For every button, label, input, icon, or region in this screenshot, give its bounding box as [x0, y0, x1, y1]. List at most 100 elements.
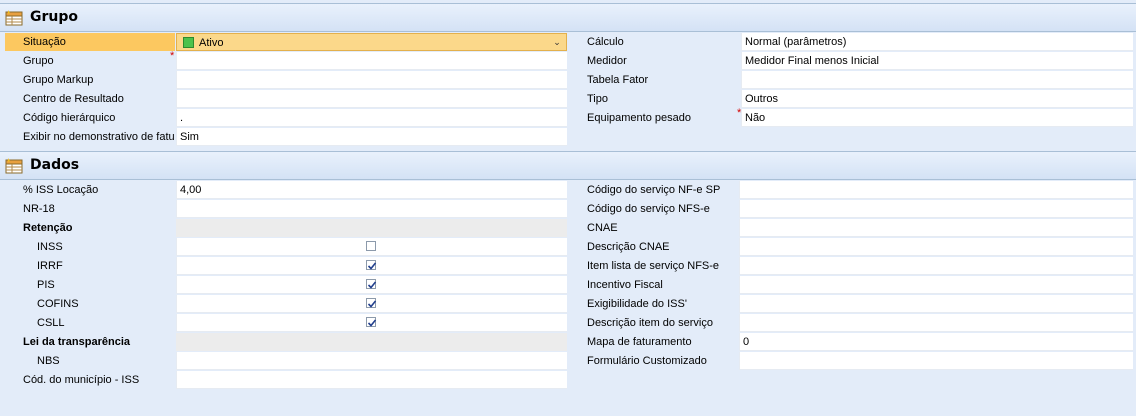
- checkmark-icon: [367, 262, 377, 270]
- table-icon: [5, 10, 23, 26]
- field-row-exibir-demonstrativo[interactable]: Exibir no demonstrativo de fatu Sim: [5, 128, 567, 146]
- field-label: Grupo Markup: [23, 74, 94, 86]
- cnae-input[interactable]: [739, 219, 1133, 237]
- field-row-iss-locacao[interactable]: % ISS Locação 4,00: [5, 181, 567, 199]
- field-row-csll[interactable]: CSLL: [5, 314, 567, 332]
- field-label: Tipo: [587, 93, 608, 105]
- field-row-codigo-servico-nfe-sp[interactable]: Código do serviço NF-e SP: [569, 181, 1133, 199]
- field-label: CNAE: [587, 222, 618, 234]
- field-row-tabela-fator[interactable]: Tabela Fator: [569, 71, 1133, 89]
- field-row-pis[interactable]: PIS: [5, 276, 567, 294]
- field-row-calculo[interactable]: Cálculo Normal (parâmetros): [569, 33, 1133, 51]
- section-header-grupo[interactable]: Grupo: [0, 3, 1136, 32]
- incentivo-fiscal-input[interactable]: [739, 276, 1133, 294]
- retencao-value: [176, 219, 567, 237]
- field-row-incentivo-fiscal[interactable]: Incentivo Fiscal: [569, 276, 1133, 294]
- field-label: NBS: [37, 355, 60, 367]
- field-label: Grupo: [23, 55, 54, 67]
- field-label: Medidor: [587, 55, 627, 67]
- field-label: COFINS: [37, 298, 79, 310]
- field-label: Código hierárquico: [23, 112, 116, 124]
- checkmark-icon: [367, 300, 377, 308]
- tabela-fator-input[interactable]: [741, 71, 1133, 89]
- chevron-down-icon[interactable]: ⌄: [550, 34, 564, 50]
- section-title-dados: Dados: [30, 157, 80, 173]
- field-row-tipo[interactable]: Tipo Outros: [569, 90, 1133, 108]
- irrf-checkbox[interactable]: [366, 260, 377, 270]
- field-row-equipamento-pesado[interactable]: Equipamento pesado * Não: [569, 107, 1133, 127]
- descricao-item-servico-input[interactable]: [739, 314, 1133, 332]
- situacao-value: Ativo: [199, 37, 224, 49]
- field-label: Cód. do município - ISS: [23, 374, 140, 386]
- field-label: IRRF: [37, 260, 63, 272]
- descricao-cnae-input[interactable]: [739, 238, 1133, 256]
- field-row-grupo[interactable]: Grupo *: [5, 50, 567, 70]
- cofins-checkbox[interactable]: [366, 298, 377, 308]
- field-label: Descrição CNAE: [587, 241, 670, 253]
- pis-checkbox[interactable]: [366, 279, 377, 289]
- exibir-demonstrativo-select[interactable]: Sim: [176, 128, 567, 146]
- inss-cell: [176, 238, 567, 256]
- nr18-input[interactable]: [176, 200, 567, 218]
- situacao-select[interactable]: Ativo ⌄: [176, 33, 567, 51]
- field-row-codigo-hierarquico[interactable]: Código hierárquico .: [5, 109, 567, 127]
- field-label: Cálculo: [587, 36, 624, 48]
- calculo-select[interactable]: Normal (parâmetros): [741, 33, 1133, 51]
- grupo-markup-input[interactable]: [176, 71, 567, 89]
- field-row-situacao[interactable]: Situação Ativo ⌄: [5, 33, 567, 51]
- mapa-faturamento-input[interactable]: 0: [739, 333, 1133, 351]
- item-lista-servico-input[interactable]: [739, 257, 1133, 275]
- field-row-cnae[interactable]: CNAE: [569, 219, 1133, 237]
- field-row-item-lista-servico[interactable]: Item lista de serviço NFS-e: [569, 257, 1133, 275]
- section-title-grupo: Grupo: [30, 9, 79, 25]
- field-row-exigibilidade-iss[interactable]: Exigibilidade do ISS': [569, 295, 1133, 313]
- iss-locacao-input[interactable]: 4,00: [176, 181, 567, 199]
- codigo-servico-nfse-input[interactable]: [739, 200, 1133, 218]
- irrf-cell: [176, 257, 567, 275]
- centro-resultado-input[interactable]: [176, 90, 567, 108]
- table-icon: [5, 158, 23, 174]
- formulario-customizado-input[interactable]: [739, 352, 1133, 370]
- field-row-mapa-faturamento[interactable]: Mapa de faturamento 0: [569, 333, 1133, 351]
- field-row-descricao-cnae[interactable]: Descrição CNAE: [569, 238, 1133, 256]
- field-row-nbs[interactable]: NBS: [5, 352, 567, 370]
- status-active-icon: [183, 37, 194, 48]
- field-row-medidor[interactable]: Medidor Medidor Final menos Inicial: [569, 52, 1133, 70]
- field-row-cofins[interactable]: COFINS: [5, 295, 567, 313]
- group-row-retencao[interactable]: Retenção: [5, 219, 567, 237]
- codigo-hierarquico-input[interactable]: .: [176, 109, 567, 127]
- field-row-formulario-customizado[interactable]: Formulário Customizado: [569, 352, 1133, 370]
- field-row-cod-municipio[interactable]: Cód. do município - ISS: [5, 371, 567, 389]
- field-row-irrf[interactable]: IRRF: [5, 257, 567, 275]
- field-label: Código do serviço NF-e SP: [587, 184, 721, 196]
- field-row-codigo-servico-nfse[interactable]: Código do serviço NFS-e: [569, 200, 1133, 218]
- field-row-descricao-item-servico[interactable]: Descrição item do serviço: [569, 314, 1133, 332]
- tipo-select[interactable]: Outros: [741, 90, 1133, 108]
- field-label: Centro de Resultado: [23, 93, 124, 105]
- field-label: Formulário Customizado: [587, 355, 707, 367]
- exigibilidade-iss-input[interactable]: [739, 295, 1133, 313]
- field-label: Exigibilidade do ISS': [587, 298, 687, 310]
- section-header-dados[interactable]: Dados: [0, 151, 1136, 180]
- field-label: Equipamento pesado: [587, 112, 691, 124]
- grupo-input[interactable]: [176, 52, 567, 70]
- field-label: Incentivo Fiscal: [587, 279, 663, 291]
- nbs-input[interactable]: [176, 352, 567, 370]
- equipamento-pesado-select[interactable]: Não: [741, 109, 1133, 127]
- field-row-centro-resultado[interactable]: Centro de Resultado: [5, 90, 567, 108]
- field-label: Código do serviço NFS-e: [587, 203, 710, 215]
- inss-checkbox[interactable]: [366, 241, 376, 251]
- csll-checkbox[interactable]: [366, 317, 377, 327]
- field-row-inss[interactable]: INSS: [5, 238, 567, 256]
- field-label: Exibir no demonstrativo de fatu: [23, 131, 175, 143]
- field-label: Item lista de serviço NFS-e: [587, 260, 720, 272]
- required-marker: *: [170, 50, 175, 62]
- field-label: % ISS Locação: [23, 184, 99, 196]
- cod-municipio-input[interactable]: [176, 371, 567, 389]
- group-row-lei-transparencia[interactable]: Lei da transparência: [5, 333, 567, 351]
- field-row-nr18[interactable]: NR-18: [5, 200, 567, 218]
- field-row-grupo-markup[interactable]: Grupo Markup: [5, 71, 567, 89]
- field-label: Situação: [5, 33, 175, 51]
- medidor-select[interactable]: Medidor Final menos Inicial: [741, 52, 1133, 70]
- codigo-servico-nfe-sp-input[interactable]: [739, 181, 1133, 199]
